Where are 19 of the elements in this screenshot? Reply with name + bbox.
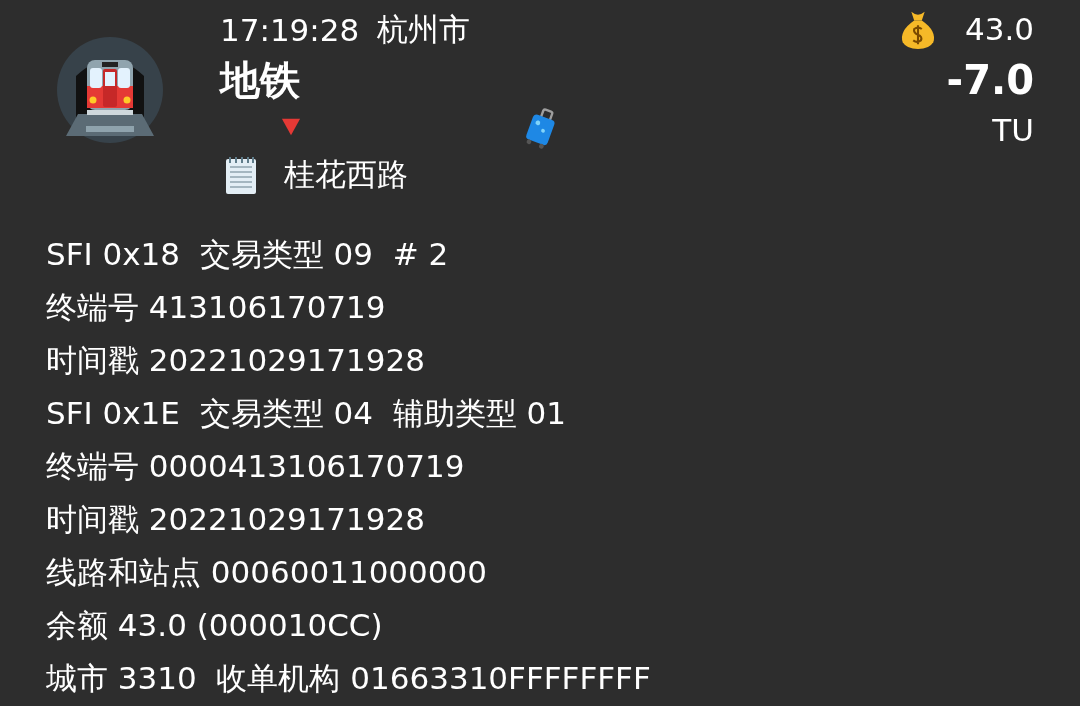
notepad-icon	[224, 155, 258, 195]
record-line: 余额 43.0 (000010CC)	[46, 606, 384, 645]
transport-type: 地铁	[220, 56, 301, 105]
record-line: 终端号 0000413106170719	[46, 447, 466, 486]
time-text: 17:19:28	[220, 12, 360, 48]
record-line: 线路和站点 00060011000000	[46, 553, 488, 592]
record-line: SFI 0x1E 交易类型 04 辅助类型 01	[46, 394, 567, 433]
record-line: 时间戳 20221029171928	[46, 500, 426, 539]
currency-code: TU	[992, 112, 1034, 148]
record-line: 城市 3310 收单机构 01663310FFFFFFFF	[46, 659, 652, 698]
record-line: SFI 0x18 交易类型 09 # 2	[46, 235, 450, 274]
station-name: 桂花西路	[284, 155, 408, 194]
balance-amount: 43.0	[964, 11, 1034, 47]
triangle-icon	[280, 117, 302, 137]
transaction-amount: -7.0	[946, 56, 1034, 104]
record-line: 时间戳 20221029171928	[46, 341, 426, 380]
subway-train-icon	[56, 36, 164, 144]
city-name: 杭州市	[377, 10, 471, 49]
record-line: 终端号 413106170719	[46, 288, 387, 327]
